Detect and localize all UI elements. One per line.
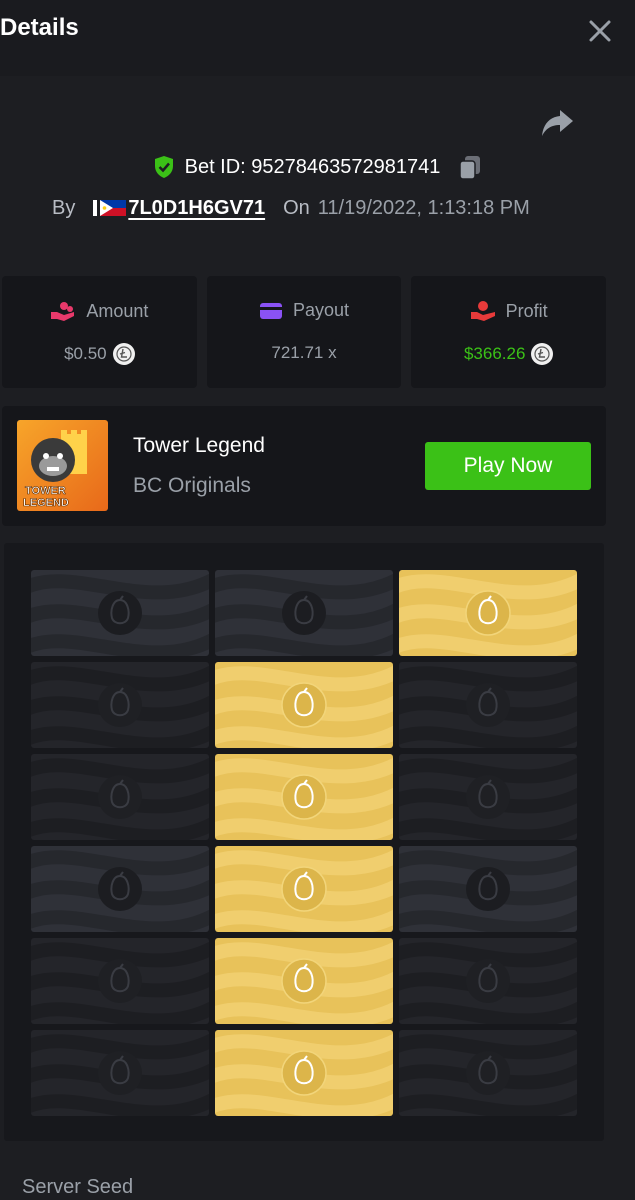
tower-tile	[31, 938, 209, 1024]
amount-card: Amount $0.50	[2, 276, 197, 388]
egg-icon	[98, 591, 142, 635]
verified-shield-icon	[154, 156, 173, 178]
tower-tile	[215, 938, 393, 1024]
on-label: On	[283, 196, 310, 219]
game-provider: BC Originals	[133, 474, 251, 497]
tower-tile	[31, 662, 209, 748]
card-icon	[259, 302, 282, 319]
litecoin-icon	[531, 343, 554, 365]
play-now-button[interactable]: Play Now	[425, 442, 591, 490]
profit-value: $366.26	[463, 344, 526, 363]
egg-icon	[281, 774, 327, 820]
amount-label: Amount	[86, 300, 149, 321]
amount-value: $0.50	[64, 344, 107, 363]
close-icon[interactable]	[587, 18, 613, 44]
egg-icon	[98, 1051, 142, 1095]
egg-icon	[281, 682, 327, 728]
server-seed-label: Server Seed	[22, 1176, 134, 1198]
profit-label: Profit	[505, 300, 548, 321]
username-link[interactable]: 7L0D1H6GV71	[93, 197, 265, 220]
tower-board	[4, 543, 604, 1141]
coins-hand-icon	[51, 302, 75, 321]
egg-icon	[282, 591, 326, 635]
payout-label: Payout	[292, 300, 350, 320]
bet-id-row: Bet ID: 95278463572981741	[0, 152, 635, 182]
tower-tile	[215, 1030, 393, 1116]
tower-tile	[31, 1030, 209, 1116]
details-header: Details	[0, 0, 635, 76]
game-card: TOWER LEGEND Tower Legend BC Originals P…	[2, 406, 606, 526]
egg-icon	[281, 866, 327, 912]
username-text: 7L0D1H6GV71	[128, 196, 266, 219]
tower-tile	[215, 846, 393, 932]
tower-tile	[31, 846, 209, 932]
egg-icon	[466, 867, 510, 911]
tower-tile	[215, 754, 393, 840]
egg-icon	[98, 683, 142, 727]
philippines-flag-icon	[100, 200, 127, 216]
svg-text:LEGEND: LEGEND	[23, 497, 69, 509]
profit-card: Profit $366.26	[411, 276, 607, 388]
egg-icon	[466, 959, 510, 1003]
egg-icon	[466, 683, 510, 727]
tower-tile	[399, 662, 577, 748]
page-title: Details	[0, 14, 79, 41]
copy-icon[interactable]	[458, 154, 482, 180]
game-thumbnail[interactable]: TOWER LEGEND	[17, 420, 108, 511]
tower-tile	[399, 1030, 577, 1116]
egg-icon	[466, 775, 510, 819]
egg-icon	[281, 1050, 327, 1096]
game-title: Tower Legend	[133, 434, 265, 457]
svg-text:TOWER: TOWER	[25, 485, 66, 497]
tower-tile	[215, 662, 393, 748]
tower-tile	[399, 754, 577, 840]
egg-icon	[466, 1051, 510, 1095]
bet-id-text: Bet ID: 95278463572981741	[184, 155, 441, 178]
by-label: By	[52, 196, 76, 219]
tower-tile	[399, 570, 577, 656]
egg-icon	[281, 958, 327, 1004]
tower-tile	[31, 570, 209, 656]
payout-value: 721.71 x	[271, 343, 337, 362]
egg-icon	[98, 959, 142, 1003]
egg-icon	[98, 775, 142, 819]
tower-tile	[399, 846, 577, 932]
egg-icon	[98, 867, 142, 911]
tower-tile	[399, 938, 577, 1024]
username-prefix-bar	[93, 200, 98, 216]
tower-tile	[215, 570, 393, 656]
profit-hand-icon	[470, 301, 495, 321]
bet-meta-row: By 7L0D1H6GV71 On 11/19/2022, 1:13:18 PM	[52, 194, 530, 222]
bet-date: 11/19/2022, 1:13:18 PM	[317, 196, 530, 219]
payout-card: Payout 721.71 x	[206, 276, 402, 388]
share-icon[interactable]	[540, 108, 574, 138]
litecoin-icon	[112, 343, 135, 365]
bet-stats: Amount $0.50 Payout 721.71 x Profit $366…	[2, 276, 607, 388]
egg-icon	[465, 590, 511, 636]
tower-tile	[31, 754, 209, 840]
tower-legend-logo-icon: TOWER LEGEND	[23, 430, 87, 509]
